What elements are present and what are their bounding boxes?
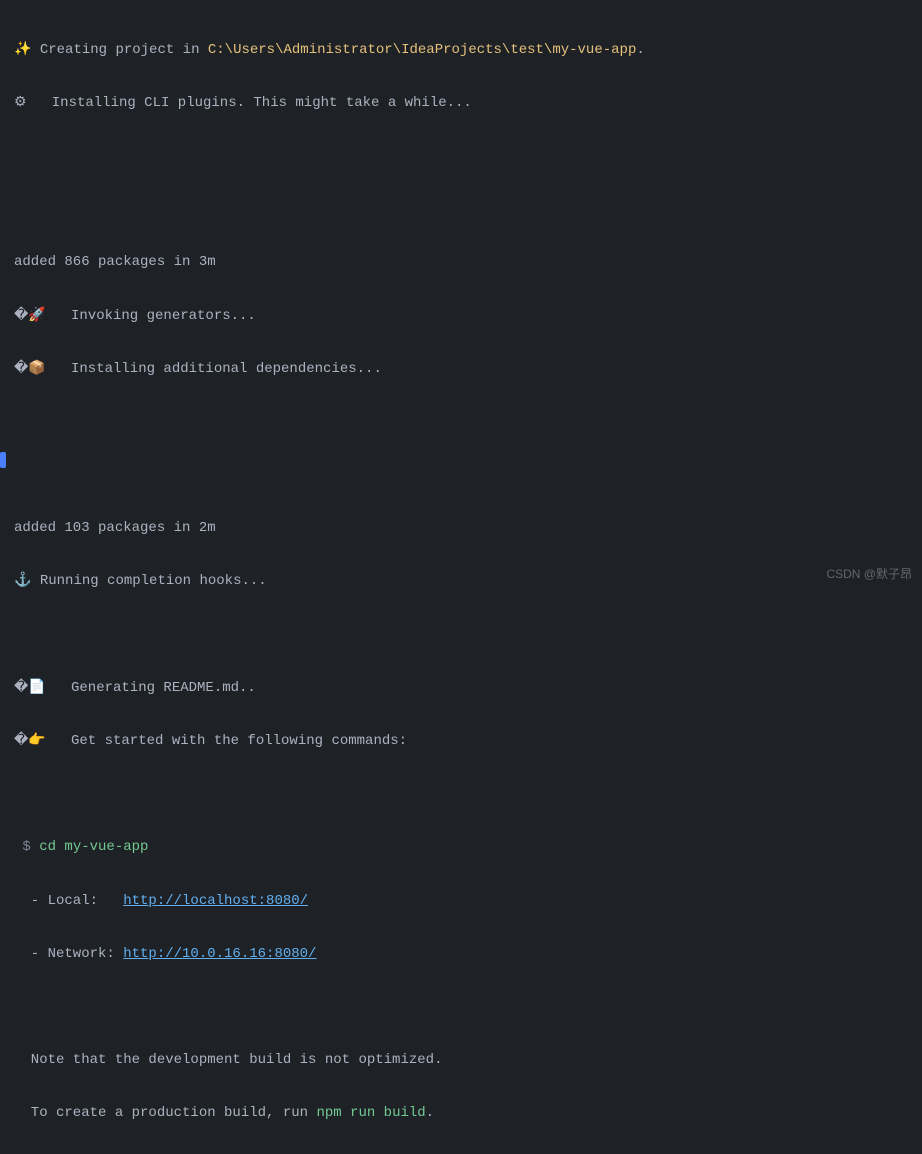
output-line: - Network: http://10.0.16.16:8080/ (14, 941, 908, 968)
blank-line (14, 462, 908, 489)
blank-line (14, 143, 908, 170)
output-line: ⚙ Installing CLI plugins. This might tak… (14, 90, 908, 117)
output-line: �📄 Generating README.md.. (14, 675, 908, 702)
blank-line (14, 196, 908, 223)
text: Generating README.md.. (46, 680, 256, 696)
text: To create a production build, run (14, 1105, 316, 1121)
pointing-icon: �👉 (14, 733, 46, 749)
sparkles-icon: ✨ (14, 42, 31, 58)
text: Note that the development build is not o… (14, 1052, 442, 1068)
command-line: $ cd my-vue-app (14, 834, 908, 861)
output-line: ✨ Creating project in C:\Users\Administr… (14, 37, 908, 64)
text: - Local: (14, 893, 123, 909)
output-line: To create a production build, run npm ru… (14, 1100, 908, 1127)
text: Invoking generators... (46, 308, 256, 324)
local-url-link[interactable]: http://localhost:8080/ (123, 893, 308, 909)
text: added 103 packages in 2m (14, 520, 216, 536)
document-icon: �📄 (14, 680, 46, 696)
output-line: Note that the development build is not o… (14, 1047, 908, 1074)
text: added 866 packages in 3m (14, 254, 216, 270)
output-line: - Local: http://localhost:8080/ (14, 888, 908, 915)
gear-icon: ⚙ (14, 95, 27, 111)
package-icon: �📦 (14, 361, 46, 377)
blank-line (14, 409, 908, 436)
anchor-icon: ⚓ (14, 573, 31, 589)
rocket-icon: �🚀 (14, 308, 46, 324)
text: Running completion hooks... (31, 573, 266, 589)
cd-command: cd my-vue-app (39, 839, 148, 855)
output-line: added 103 packages in 2m (14, 515, 908, 542)
network-url-link[interactable]: http://10.0.16.16:8080/ (123, 946, 316, 962)
cursor-marker (0, 452, 6, 468)
output-line: ⚓ Running completion hooks... (14, 568, 908, 595)
terminal-output: ✨ Creating project in C:\Users\Administr… (14, 10, 908, 1154)
watermark: CSDN @默子昂 (826, 563, 912, 586)
blank-line (14, 994, 908, 1021)
text: Get started with the following commands: (46, 733, 407, 749)
output-line: �🚀 Invoking generators... (14, 303, 908, 330)
blank-line (14, 781, 908, 808)
text: Installing CLI plugins. This might take … (27, 95, 472, 111)
text: Installing additional dependencies... (46, 361, 382, 377)
output-line: added 866 packages in 3m (14, 249, 908, 276)
text: . (636, 42, 644, 58)
blank-line (14, 622, 908, 649)
text: - Network: (14, 946, 123, 962)
project-path: C:\Users\Administrator\IdeaProjects\test… (208, 42, 636, 58)
text: Creating project in (31, 42, 207, 58)
output-line: �📦 Installing additional dependencies... (14, 356, 908, 383)
npm-command: npm run build (316, 1105, 425, 1121)
text: . (426, 1105, 434, 1121)
prompt: $ (14, 839, 39, 855)
output-line: �👉 Get started with the following comman… (14, 728, 908, 755)
